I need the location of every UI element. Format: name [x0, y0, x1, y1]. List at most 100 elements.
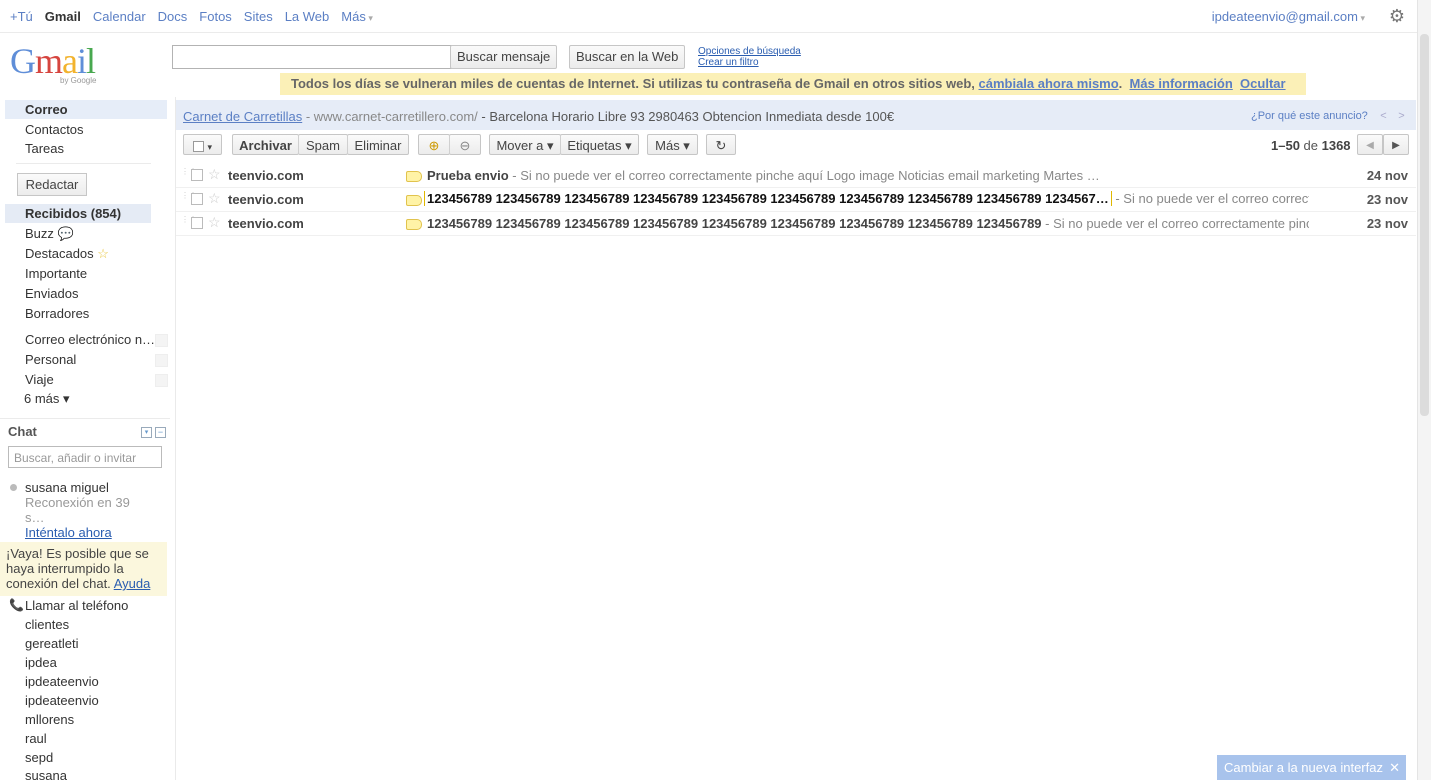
sidebar-label-email[interactable]: Correo electrónico n… [25, 332, 155, 348]
email-checkbox[interactable] [191, 169, 203, 181]
ad-url[interactable]: - www.carnet-carretillero.com/ [302, 109, 478, 124]
change-password-link[interactable]: cámbiala ahora mismo [979, 76, 1119, 91]
select-checkbox-dropdown[interactable]: ▾ [183, 134, 222, 155]
sidebar-tareas[interactable]: Tareas [25, 141, 64, 157]
star-icon[interactable]: ☆ [208, 214, 221, 231]
chat-help-link[interactable]: Ayuda [114, 576, 151, 591]
chat-contact[interactable]: mllorens [25, 712, 74, 727]
star-icon[interactable]: ☆ [208, 190, 221, 207]
chat-contact[interactable]: clientes [25, 617, 69, 632]
search-web-button[interactable]: Buscar en la Web [569, 45, 686, 69]
ad-why-link[interactable]: ¿Por qué este anuncio? [1251, 110, 1368, 122]
email-sender: teenvio.com [228, 216, 304, 231]
chat-contact[interactable]: ipdeateenvio [25, 674, 99, 689]
drag-handle-icon[interactable]: ⋮⋮ [181, 192, 197, 206]
nav-sites[interactable]: Sites [244, 9, 273, 24]
sidebar-label-personal[interactable]: Personal [25, 352, 76, 368]
email-subject[interactable]: Prueba envio - Si no puede ver el correo… [427, 168, 1309, 183]
sidebar-item-inbox[interactable]: Recibidos (854) [25, 206, 121, 222]
drag-handle-icon[interactable]: ⋮⋮ [181, 168, 197, 182]
create-filter-link[interactable]: Crear un filtro [698, 57, 801, 68]
nav-more[interactable]: Más [341, 9, 373, 24]
sidebar-item-buzz[interactable]: Buzz 💬 [25, 226, 74, 242]
email-snippet: - Si no puede ver el correo correctament… [1041, 216, 1309, 231]
chat-user-name[interactable]: susana miguel [25, 480, 109, 495]
sidebar-item-drafts[interactable]: Borradores [25, 306, 89, 322]
nav-plus-tu[interactable]: +Tú [10, 9, 33, 24]
hide-link[interactable]: Ocultar [1240, 76, 1286, 91]
email-date: 23 nov [1366, 216, 1408, 231]
account-menu[interactable]: ipdeateenvio@gmail.com [1212, 9, 1365, 24]
more-actions-button[interactable]: Más ▾ [647, 134, 698, 155]
logo-by-google: by Google [60, 76, 97, 85]
email-checkbox[interactable] [191, 193, 203, 205]
switch-new-ui-button[interactable]: Cambiar a la nueva interfaz ✕ [1217, 755, 1406, 780]
nav-web[interactable]: La Web [285, 9, 330, 24]
prev-page-icon[interactable]: ◀ [1357, 134, 1383, 155]
scrollbar-thumb[interactable] [1420, 34, 1429, 416]
refresh-icon[interactable]: ↻ [706, 134, 736, 155]
gear-icon[interactable]: ⚙ [1387, 6, 1407, 26]
archive-button[interactable]: Archivar [232, 134, 299, 155]
compose-button[interactable]: Redactar [17, 173, 87, 196]
chat-minimize-icon[interactable]: − [155, 427, 166, 438]
star-icon[interactable]: ☆ [208, 166, 221, 183]
nav-fotos[interactable]: Fotos [199, 9, 232, 24]
search-options: Opciones de búsqueda Crear un filtro [698, 46, 801, 68]
chat-contact[interactable]: raul [25, 731, 47, 746]
email-subject[interactable]: 123456789 123456789 123456789 123456789 … [427, 216, 1309, 231]
drag-handle-icon[interactable]: ⋮⋮ [181, 216, 197, 230]
ad-title-link[interactable]: Carnet de Carretillas [183, 109, 302, 124]
next-page-icon[interactable]: ▶ [1383, 134, 1409, 155]
chat-warning: ¡Vaya! Es posible que se haya interrumpi… [0, 542, 167, 596]
more-info-link[interactable]: Más información [1130, 76, 1233, 91]
search-options-link[interactable]: Opciones de búsqueda [698, 46, 801, 57]
nav-gmail[interactable]: Gmail [45, 9, 81, 24]
chat-contact[interactable]: susana [25, 768, 67, 783]
search-input[interactable] [172, 45, 458, 69]
chat-options-icon[interactable]: ▾ [141, 427, 152, 438]
sidebar-contactos[interactable]: Contactos [25, 122, 84, 138]
chat-header[interactable]: Chat [8, 424, 37, 439]
sidebar-more-labels[interactable]: 6 más ▾ [24, 391, 70, 407]
star-icon: ☆ [97, 246, 109, 261]
email-subject[interactable]: 123456789 123456789 123456789 123456789 … [424, 191, 1309, 206]
checkbox-icon [192, 141, 204, 153]
ad-prev-icon[interactable]: < [1376, 108, 1391, 124]
label-tag-icon[interactable] [406, 219, 422, 230]
sidebar-item-sent[interactable]: Enviados [25, 286, 78, 302]
ad-next-icon[interactable]: > [1394, 108, 1409, 124]
close-icon[interactable]: ✕ [1389, 755, 1400, 780]
email-snippet: - Si no puede ver el correo correctament… [508, 168, 1100, 183]
chat-search-input[interactable]: Buscar, añadir o invitar [8, 446, 162, 468]
chevron-down-icon: ▾ [207, 142, 213, 152]
move-to-button[interactable]: Mover a ▾ [489, 134, 561, 155]
sidebar-item-starred-label: Destacados [25, 246, 94, 261]
delete-button[interactable]: Eliminar [347, 134, 409, 155]
mark-important-icon[interactable]: ⊕ [418, 134, 450, 155]
label-color-square[interactable] [155, 374, 168, 387]
nav-calendar[interactable]: Calendar [93, 9, 146, 24]
mark-unimportant-icon[interactable]: ⊖ [449, 134, 481, 155]
email-checkbox[interactable] [191, 217, 203, 229]
label-tag-icon[interactable] [406, 195, 422, 206]
label-color-square[interactable] [155, 334, 168, 347]
sidebar-correo[interactable]: Correo [25, 102, 68, 118]
sidebar-item-important[interactable]: Importante [25, 266, 87, 282]
chat-contact[interactable]: gereatleti [25, 636, 78, 651]
nav-docs[interactable]: Docs [158, 9, 188, 24]
sidebar-item-starred[interactable]: Destacados ☆ [25, 246, 109, 262]
chat-contact[interactable]: sepd [25, 750, 53, 765]
chat-contact[interactable]: ipdeateenvio [25, 693, 99, 708]
search-mail-button[interactable]: Buscar mensaje [450, 45, 558, 69]
chat-retry-link[interactable]: Inténtalo ahora [25, 525, 112, 540]
spam-button[interactable]: Spam [298, 134, 348, 155]
email-sender: teenvio.com [228, 192, 304, 207]
label-color-square[interactable] [155, 354, 168, 367]
call-phone-link[interactable]: Llamar al teléfono [25, 598, 128, 613]
labels-button[interactable]: Etiquetas ▾ [560, 134, 639, 155]
sidebar-label-viaje[interactable]: Viaje [25, 372, 54, 388]
chat-contact[interactable]: ipdea [25, 655, 57, 670]
chat-divider [0, 418, 170, 419]
label-tag-icon[interactable] [406, 171, 422, 182]
